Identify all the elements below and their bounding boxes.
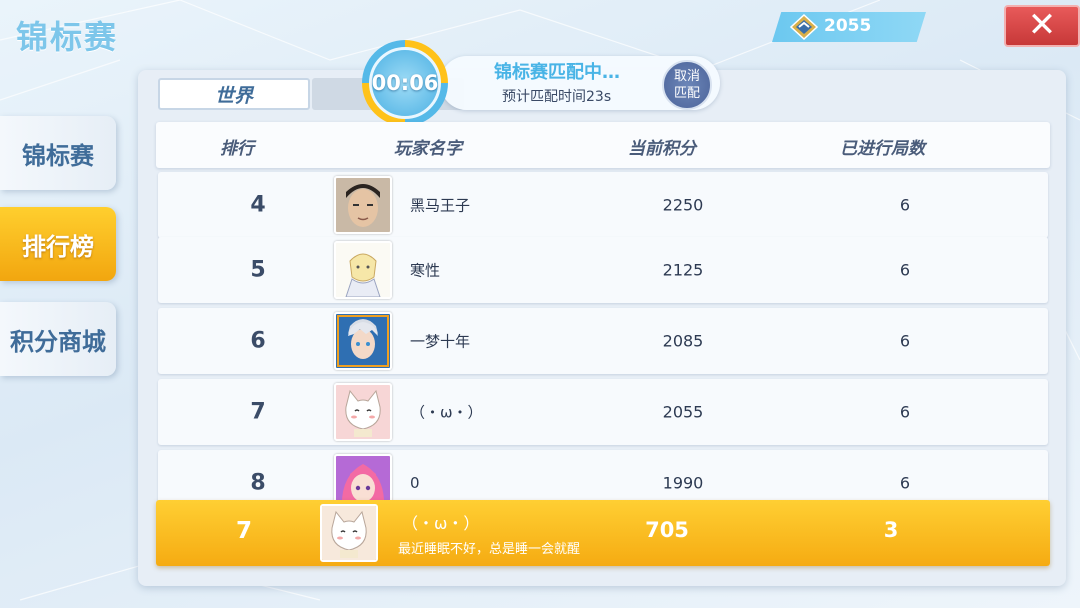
row-games: 6: [899, 402, 911, 422]
header-rank: 排行: [220, 139, 254, 159]
row-games: 6: [899, 331, 911, 351]
timer-text: 00:06: [369, 47, 441, 119]
table-row[interactable]: 5 寒性 2125 6: [158, 237, 1048, 303]
cat-avatar-icon: [322, 506, 376, 560]
table-row[interactable]: 6 一梦十年 2085 6: [158, 308, 1048, 374]
row-points: 2055: [662, 402, 704, 422]
cancel-label-line1: 取消: [673, 69, 700, 84]
tab-world[interactable]: 世界: [158, 78, 310, 110]
row-player-name: 一梦十年: [410, 332, 471, 351]
my-player-name: （・ω・）: [402, 514, 480, 533]
row-rank: 8: [250, 470, 266, 496]
my-rank: 7: [235, 518, 252, 544]
avatar[interactable]: [334, 176, 392, 234]
row-rank: 7: [250, 399, 266, 425]
row-games: 6: [899, 473, 911, 493]
my-avatar[interactable]: [320, 504, 378, 562]
row-games: 6: [899, 260, 911, 280]
row-player-name: （・ω・）: [410, 403, 483, 422]
app-title: 锦标赛: [16, 18, 119, 56]
table-header: 排行 玩家名字 当前积分 已进行局数: [156, 122, 1050, 168]
anime-avatar-icon: [336, 314, 390, 368]
row-player-name: 0: [410, 474, 420, 492]
row-player-name: 黑马王子: [410, 196, 471, 215]
menu-item-points-shop[interactable]: 积分商城: [0, 302, 116, 376]
rank-badge-icon: [790, 14, 818, 40]
row-rank: 6: [250, 328, 266, 354]
row-points: 2250: [662, 195, 704, 215]
close-button[interactable]: ✕: [1004, 5, 1080, 47]
row-points: 2085: [662, 331, 704, 351]
rank-score-pill: 2055: [772, 12, 926, 42]
row-player-name: 寒性: [410, 261, 441, 280]
avatar[interactable]: [334, 312, 392, 370]
row-points: 2125: [662, 260, 704, 280]
photo-avatar-icon: [336, 178, 390, 232]
header-points: 当前积分: [628, 139, 696, 159]
avatar[interactable]: [334, 241, 392, 299]
matching-eta: 预计匹配时间23s: [502, 89, 612, 105]
cat-avatar-icon: [336, 385, 390, 439]
header-games: 已进行局数: [840, 139, 925, 159]
cancel-label-line2: 匹配: [673, 86, 700, 101]
row-points: 1990: [662, 473, 704, 493]
rank-score: 2055: [824, 16, 872, 36]
row-rank: 4: [250, 192, 266, 218]
matching-timer: 00:06: [362, 40, 448, 126]
menu-item-tournament[interactable]: 锦标赛: [0, 116, 116, 190]
header-name: 玩家名字: [394, 139, 462, 159]
my-points: 705: [645, 518, 689, 542]
my-signature: 最近睡眠不好，总是睡一会就醒: [398, 542, 581, 557]
table-row[interactable]: 4 黑马王子 2250 6: [158, 172, 1048, 238]
menu-item-leaderboard[interactable]: 排行榜: [0, 207, 116, 281]
row-games: 6: [899, 195, 911, 215]
avatar[interactable]: [334, 383, 392, 441]
sketch-avatar-icon: [336, 243, 390, 297]
cancel-matching-button[interactable]: 取消 匹配: [662, 60, 712, 110]
my-rank-row[interactable]: 7 （・ω・） 最近睡眠不好，总是睡一会就醒 705 3: [156, 500, 1050, 566]
matching-title: 锦标赛匹配中…: [494, 62, 620, 83]
row-rank: 5: [250, 257, 266, 283]
my-games: 3: [883, 518, 899, 542]
table-row[interactable]: 7 （・ω・） 2055 6: [158, 379, 1048, 445]
